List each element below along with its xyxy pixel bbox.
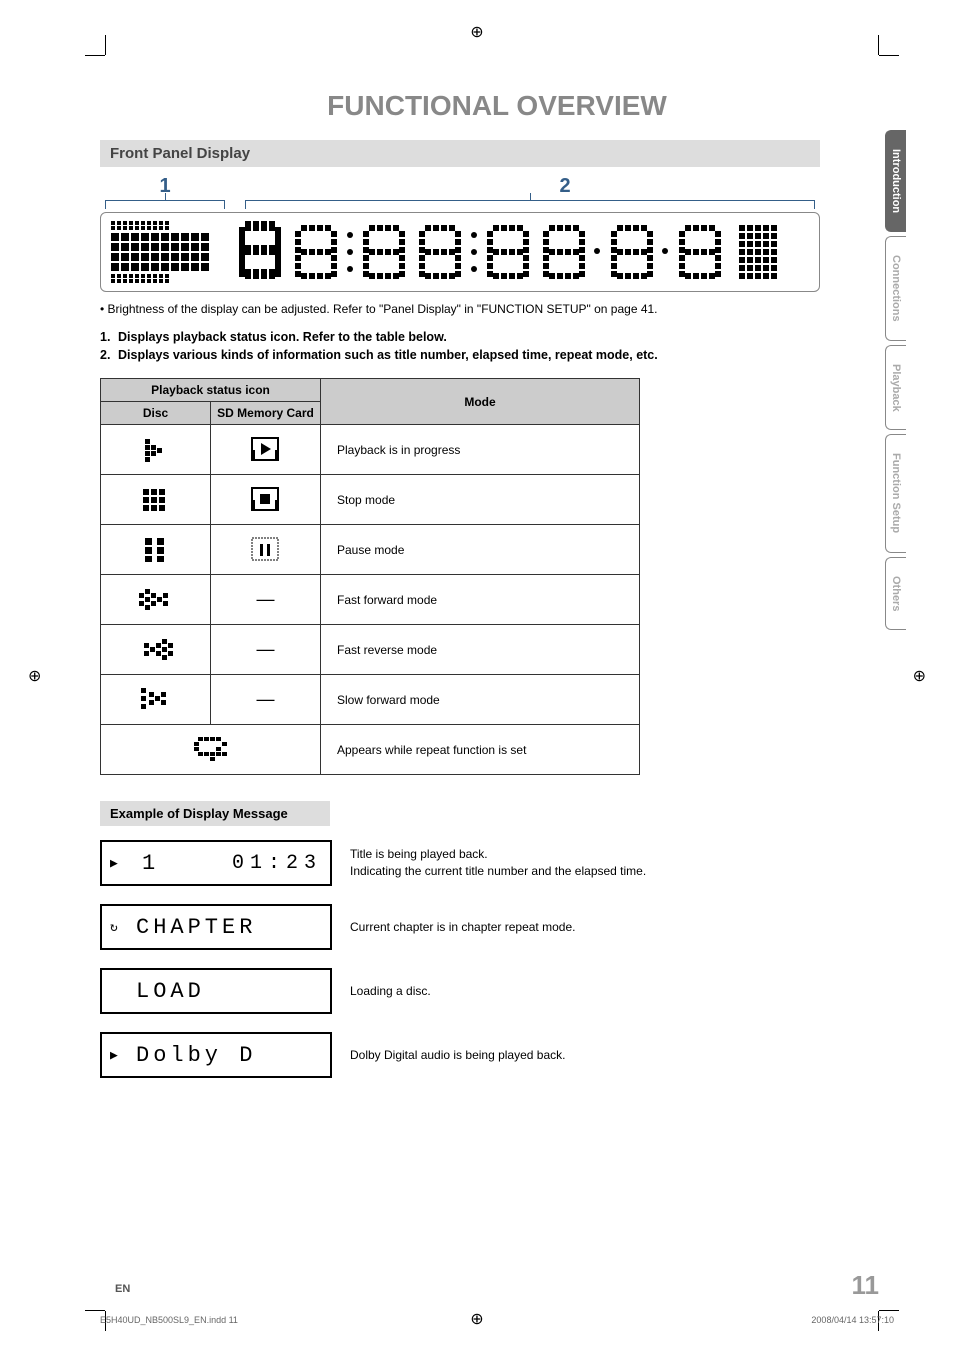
- lcd-display: ▶ Dolby D: [100, 1032, 332, 1078]
- crop-mark: [879, 1310, 899, 1311]
- table-header-mode: Mode: [321, 379, 640, 425]
- page-title: FUNCTIONAL OVERVIEW: [100, 90, 894, 122]
- crop-mark: [879, 55, 899, 56]
- registration-mark-icon: ⊕: [28, 666, 41, 686]
- example-desc: Loading a disc.: [350, 983, 431, 1000]
- mode-desc: Playback is in progress: [321, 425, 640, 475]
- table-row: — Fast forward mode: [101, 575, 640, 625]
- bracket: [105, 200, 225, 210]
- brightness-note: • Brightness of the display can be adjus…: [100, 302, 820, 316]
- table-row: — Slow forward mode: [101, 675, 640, 725]
- page-number: 11: [852, 1270, 880, 1301]
- play-icon: [101, 425, 211, 475]
- section-heading: Front Panel Display: [100, 140, 820, 167]
- callout-2: 2: [230, 175, 820, 200]
- repeat-icon: ↻: [110, 920, 128, 935]
- table-header-disc: Disc: [101, 402, 211, 425]
- repeat-icon: [101, 725, 321, 775]
- table-row: Appears while repeat function is set: [101, 725, 640, 775]
- lcd-text: Dolby D: [128, 1043, 256, 1068]
- lcd-display: ▶ 1 01:23: [100, 840, 332, 886]
- table-header-sd: SD Memory Card: [211, 402, 321, 425]
- lcd-time: 01:23: [159, 852, 322, 875]
- table-row: Playback is in progress: [101, 425, 640, 475]
- lcd-title-num: 1: [128, 851, 159, 876]
- slow-forward-icon: [101, 675, 211, 725]
- example-row: ▶ Dolby D Dolby Digital audio is being p…: [100, 1032, 894, 1078]
- mode-desc: Fast forward mode: [321, 575, 640, 625]
- sd-play-icon: [211, 425, 321, 475]
- table-row: Stop mode: [101, 475, 640, 525]
- pause-icon: [101, 525, 211, 575]
- crop-mark: [105, 35, 106, 55]
- mode-desc: Appears while repeat function is set: [321, 725, 640, 775]
- example-desc: Title is being played back. Indicating t…: [350, 846, 646, 880]
- footer-filename: E5H40UD_NB500SL9_EN.indd 11: [100, 1315, 238, 1325]
- display-panel-box: [100, 212, 820, 292]
- table-row: Pause mode: [101, 525, 640, 575]
- crop-mark: [85, 55, 105, 56]
- crop-mark: [85, 1310, 105, 1311]
- crop-mark: [878, 35, 879, 55]
- example-desc: Current chapter is in chapter repeat mod…: [350, 919, 575, 936]
- status-icon-area: [111, 221, 221, 283]
- mode-desc: Slow forward mode: [321, 675, 640, 725]
- tab-others[interactable]: Others: [885, 557, 906, 630]
- mode-desc: Stop mode: [321, 475, 640, 525]
- mode-desc: Pause mode: [321, 525, 640, 575]
- example-row: ▶ 1 01:23 Title is being played back. In…: [100, 840, 894, 886]
- fast-forward-icon: [101, 575, 211, 625]
- registration-mark-icon: ⊕: [913, 666, 926, 686]
- example-row: ↻ CHAPTER Current chapter is in chapter …: [100, 904, 894, 950]
- language-label: EN: [115, 1283, 130, 1295]
- dash: —: [211, 575, 321, 625]
- lcd-display: ↻ CHAPTER: [100, 904, 332, 950]
- bracket: [245, 200, 815, 210]
- example-row: LOAD Loading a disc.: [100, 968, 894, 1014]
- example-desc: Dolby Digital audio is being played back…: [350, 1047, 565, 1064]
- list-item-1: 1.Displays playback status icon. Refer t…: [100, 330, 820, 344]
- play-icon: ▶: [110, 856, 128, 871]
- tab-connections[interactable]: Connections: [885, 236, 906, 341]
- tab-playback[interactable]: Playback: [885, 345, 906, 431]
- table-header-icon: Playback status icon: [101, 379, 321, 402]
- tab-function-setup[interactable]: Function Setup: [885, 434, 906, 552]
- status-icon-table: Playback status icon Mode Disc SD Memory…: [100, 378, 640, 775]
- footer-timestamp: 2008/04/14 13:57:10: [811, 1315, 894, 1325]
- lcd-display: LOAD: [100, 968, 332, 1014]
- front-panel-diagram: 1 2: [100, 175, 820, 292]
- digits-area: [239, 221, 799, 283]
- lcd-text: LOAD: [110, 979, 205, 1004]
- sd-pause-icon: [211, 525, 321, 575]
- mode-desc: Fast reverse mode: [321, 625, 640, 675]
- example-heading: Example of Display Message: [100, 801, 330, 826]
- list-item-2: 2.Displays various kinds of information …: [100, 348, 820, 362]
- lcd-text: CHAPTER: [128, 915, 256, 940]
- dash: —: [211, 675, 321, 725]
- side-tabs: Introduction Connections Playback Functi…: [885, 130, 906, 630]
- fast-reverse-icon: [101, 625, 211, 675]
- dash: —: [211, 625, 321, 675]
- registration-mark-icon: ⊕: [470, 1309, 483, 1329]
- registration-mark-icon: ⊕: [470, 22, 483, 42]
- play-icon: ▶: [110, 1048, 128, 1063]
- stop-icon: [101, 475, 211, 525]
- sd-stop-icon: [211, 475, 321, 525]
- table-row: — Fast reverse mode: [101, 625, 640, 675]
- tab-introduction[interactable]: Introduction: [885, 130, 906, 232]
